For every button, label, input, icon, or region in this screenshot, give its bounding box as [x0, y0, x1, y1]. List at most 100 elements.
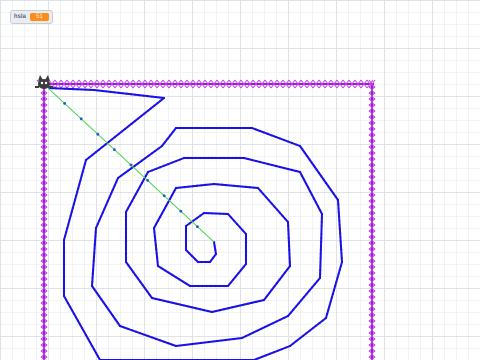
- spiral-dot: [318, 209, 322, 212]
- spiral-dot: [171, 273, 174, 276]
- spiral-dot: [62, 286, 66, 290]
- spiral-dot: [339, 264, 342, 268]
- spiral-dot: [320, 232, 323, 236]
- spiral-dot: [294, 305, 298, 308]
- spiral-dot: [206, 309, 210, 313]
- spiral-dot: [147, 154, 150, 157]
- spiral-dot: [77, 186, 80, 190]
- spiral-dot: [250, 158, 254, 162]
- spiral-dot: [183, 186, 186, 189]
- spiral-dot: [69, 214, 72, 218]
- spiral-dot: [232, 337, 235, 341]
- spiral-dot: [76, 319, 80, 322]
- spiral-dot: [262, 298, 266, 302]
- spiral-dot: [234, 275, 237, 278]
- spiral-dot: [230, 126, 234, 130]
- spiral-dot: [174, 276, 177, 279]
- spiral-dot: [278, 211, 281, 214]
- spiral-dot: [289, 311, 292, 314]
- spiral-dot: [191, 342, 194, 346]
- spiral-dot: [79, 178, 82, 182]
- spiral-dot: [111, 314, 115, 318]
- spiral-dot: [80, 88, 83, 91]
- variable-monitor[interactable]: hsla 51: [10, 10, 53, 24]
- spiral-dot: [166, 300, 170, 303]
- spiral-dot: [214, 284, 217, 288]
- spiral-dot: [262, 193, 265, 196]
- spiral-dot: [150, 95, 153, 98]
- spiral-dot: [158, 166, 162, 169]
- spiral-dot: [229, 216, 233, 219]
- spiral-dot: [140, 159, 143, 162]
- spiral-dot: [284, 217, 287, 221]
- spiral-dot: [62, 250, 66, 254]
- spiral-dot: [158, 96, 161, 99]
- spiral-dot: [210, 126, 214, 130]
- spiral-dot: [268, 292, 271, 295]
- spiral-dot: [178, 158, 182, 161]
- spiral-dot: [207, 340, 211, 344]
- spiral-dot: [163, 141, 166, 144]
- pen-drawing: [35, 75, 376, 360]
- spiral-dot: [80, 174, 83, 178]
- spiral-dot: [181, 280, 184, 283]
- spiral-dot: [218, 156, 222, 160]
- spiral-dot: [282, 138, 286, 142]
- spiral-dot: [194, 156, 198, 160]
- spiral-dot: [178, 278, 181, 281]
- spiral-dot: [170, 301, 174, 304]
- spiral-dot: [336, 276, 339, 280]
- spiral-dot: [93, 247, 96, 250]
- spiral-dot: [238, 226, 242, 229]
- spiral-dot: [67, 222, 70, 226]
- spiral-dot: [283, 271, 286, 274]
- spiral-dot: [287, 240, 291, 244]
- spiral-dot: [302, 178, 306, 181]
- spiral-dot: [258, 129, 262, 133]
- spiral-dot: [338, 268, 341, 272]
- spiral-dot: [91, 280, 94, 283]
- spiral-dot: [214, 309, 218, 313]
- spiral-dot: [287, 228, 290, 232]
- spiral-dot: [286, 268, 289, 271]
- spiral-dot: [91, 153, 94, 156]
- spiral-dot: [186, 126, 190, 130]
- spiral-dot: [306, 186, 310, 189]
- spiral-dot: [216, 183, 220, 186]
- spiral-dot: [226, 212, 230, 216]
- spiral-dot: [232, 219, 236, 222]
- spiral-dot: [295, 339, 298, 343]
- spiral-dot: [164, 269, 167, 272]
- spiral-dot: [319, 264, 322, 268]
- spiral-dot: [254, 128, 258, 131]
- spiral-dot: [86, 337, 90, 340]
- spiral-dot: [63, 87, 66, 90]
- spiral-dot: [172, 190, 176, 193]
- spiral-dot: [319, 244, 323, 248]
- spiral-dot: [81, 170, 84, 174]
- spiral-dot: [280, 348, 284, 351]
- spiral-dot: [236, 337, 239, 340]
- spiral-dot: [320, 236, 323, 240]
- spiral-dot: [182, 304, 186, 307]
- spiral-dot: [88, 156, 91, 159]
- stage-canvas[interactable]: hsla 51: [0, 0, 480, 360]
- spiral-dot: [311, 327, 315, 330]
- spiral-dot: [155, 248, 158, 251]
- spiral-dot: [250, 126, 254, 130]
- spiral-dot: [241, 229, 245, 232]
- spiral-dot: [94, 239, 97, 242]
- spiral-dot: [144, 174, 148, 177]
- spiral-dot: [62, 242, 66, 246]
- spiral-dot: [298, 170, 302, 174]
- spiral-dot: [331, 292, 334, 296]
- spiral-dot: [164, 205, 168, 208]
- spiral-dot: [90, 344, 94, 347]
- spiral-dot: [320, 220, 323, 224]
- spiral-dot: [149, 107, 153, 110]
- spiral-dot: [214, 248, 217, 252]
- spiral-dot: [254, 159, 258, 163]
- spiral-dot: [139, 280, 142, 283]
- spiral-dot: [190, 156, 194, 160]
- spiral-dot: [174, 126, 178, 130]
